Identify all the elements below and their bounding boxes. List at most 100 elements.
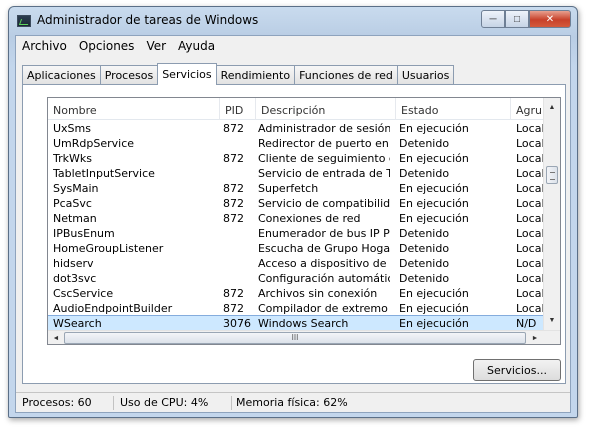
table-row[interactable]: dot3svc Configuración automática d... Dete…	[48, 271, 545, 286]
group-cell: Local	[516, 302, 545, 315]
menu-ver[interactable]: Ver	[140, 36, 172, 56]
description-cell: Escucha de Grupo Hogar	[258, 242, 390, 255]
description-cell: Archivos sin conexión	[258, 287, 378, 300]
group-cell: Local	[516, 152, 545, 165]
tab-usuarios[interactable]: Usuarios	[396, 65, 455, 84]
pid-cell: 872	[223, 182, 244, 195]
tab-servicios[interactable]: Servicios	[157, 63, 217, 85]
description-cell: Cliente de seguimiento de ví...	[258, 152, 390, 165]
horizontal-scroll-thumb[interactable]: III	[64, 332, 526, 344]
tab-aplicaciones[interactable]: Aplicaciones	[22, 65, 101, 84]
state-cell: Detenido	[399, 137, 450, 150]
group-cell: Local	[516, 182, 545, 195]
vertical-scrollbar[interactable]: ▲ ▼	[543, 98, 560, 330]
title-bar[interactable]: Administrador de tareas de Windows ─ □ ✕	[9, 7, 577, 35]
state-cell: Detenido	[399, 257, 450, 270]
group-cell: Local	[516, 227, 545, 240]
service-name-cell: TabletInputService	[53, 167, 155, 180]
state-cell: Detenido	[399, 272, 450, 285]
tab-rendimiento[interactable]: Rendimiento	[215, 65, 296, 84]
service-name-cell: Netman	[53, 212, 97, 225]
menu-bar: Archivo Opciones Ver Ayuda	[16, 36, 570, 56]
menu-archivo[interactable]: Archivo	[16, 36, 73, 56]
vertical-scroll-thumb[interactable]	[546, 166, 558, 184]
group-cell: Local	[516, 212, 545, 225]
service-name-cell: UxSms	[53, 122, 91, 135]
pid-cell: 872	[223, 122, 244, 135]
state-cell: Detenido	[399, 242, 450, 255]
service-name-cell: CscService	[53, 287, 114, 300]
service-name-cell: PcaSvc	[53, 197, 92, 210]
description-cell: Configuración automática d...	[258, 272, 390, 285]
table-row[interactable]: SysMain 872 Superfetch En ejecución Local	[48, 181, 545, 196]
group-cell: Local	[516, 122, 545, 135]
table-row[interactable]: AudioEndpointBuilder 872 Compilador de ext…	[48, 301, 545, 316]
group-cell: Local	[516, 137, 545, 150]
description-cell: Conexiones de red	[258, 212, 361, 225]
status-cpu-usage: Uso de CPU: 4%	[120, 396, 232, 410]
service-name-cell: IPBusEnum	[53, 227, 115, 240]
scroll-up-arrow-icon[interactable]: ▲	[544, 99, 560, 115]
state-cell: En ejecución	[399, 182, 469, 195]
menu-opciones[interactable]: Opciones	[73, 36, 141, 56]
table-row[interactable]: Netman 872 Conexiones de red En ejecución Lo…	[48, 211, 545, 226]
state-cell: En ejecución	[399, 197, 469, 210]
table-row[interactable]: HomeGroupListener Escucha de Grupo Hogar D…	[48, 241, 545, 256]
group-cell: Local	[516, 197, 545, 210]
horizontal-scrollbar[interactable]: ◄ III ►	[48, 330, 560, 344]
table-row[interactable]: WSearch 3076 Windows Search En ejecución N/D	[48, 315, 545, 332]
table-row[interactable]: hidserv Acceso a dispositivo de inte... De…	[48, 256, 545, 271]
window-content: Archivo Opciones Ver Ayuda Aplicaciones …	[15, 35, 571, 413]
column-header-pid[interactable]: PID	[220, 98, 256, 120]
column-header-group[interactable]: Agrup	[511, 98, 544, 120]
pid-cell: 872	[223, 197, 244, 210]
tab-funciones-de-red[interactable]: Funciones de red	[294, 65, 398, 84]
table-row[interactable]: UmRdpService Redirector de puerto en mo..…	[48, 136, 545, 151]
scroll-right-arrow-icon[interactable]: ►	[527, 331, 543, 344]
tab-strip: Aplicaciones Procesos Servicios Rendimie…	[22, 63, 455, 85]
group-cell: Local	[516, 287, 545, 300]
pid-cell: 872	[223, 212, 244, 225]
column-header-row: Nombre PID Descripción Estado Agrup	[48, 98, 544, 120]
services-button[interactable]: Servicios...	[473, 359, 561, 381]
state-cell: En ejecución	[399, 317, 469, 330]
group-cell: Local	[516, 272, 545, 285]
table-row[interactable]: TabletInputService Servicio de entrada de…	[48, 166, 545, 181]
description-cell: Servicio de entrada de Tabl...	[258, 167, 390, 180]
state-cell: Detenido	[399, 227, 450, 240]
table-row[interactable]: PcaSvc 872 Servicio de compatibilidad d...…	[48, 196, 545, 211]
service-name-cell: HomeGroupListener	[53, 242, 164, 255]
pid-cell: 872	[223, 152, 244, 165]
column-header-description[interactable]: Descripción	[256, 98, 396, 120]
column-header-name[interactable]: Nombre	[48, 98, 220, 120]
scroll-down-arrow-icon[interactable]: ▼	[544, 312, 560, 328]
table-row[interactable]: TrkWks 872 Cliente de seguimiento de ví...…	[48, 151, 545, 166]
task-manager-window: Administrador de tareas de Windows ─ □ ✕…	[8, 6, 578, 418]
description-cell: Superfetch	[258, 182, 319, 195]
tab-procesos[interactable]: Procesos	[99, 65, 159, 84]
state-cell: En ejecución	[399, 287, 469, 300]
table-row[interactable]: UxSms 872 Administrador de sesión del ... E…	[48, 121, 545, 136]
state-cell: En ejecución	[399, 122, 469, 135]
services-panel: Nombre PID Descripción Estado Agrup UxSm…	[22, 84, 566, 384]
maximize-button[interactable]: □	[505, 10, 529, 28]
column-header-state[interactable]: Estado	[396, 98, 511, 120]
window-title: Administrador de tareas de Windows	[37, 13, 259, 27]
status-bar: Procesos: 60 Uso de CPU: 4% Memoria físi…	[16, 392, 570, 412]
close-button[interactable]: ✕	[529, 10, 571, 28]
group-cell: N/D	[516, 317, 537, 330]
table-row[interactable]: IPBusEnum Enumerador de bus IP PnP-X Deten…	[48, 226, 545, 241]
table-row[interactable]: CscService 872 Archivos sin conexión En eje…	[48, 286, 545, 301]
description-cell: Acceso a dispositivo de inte...	[258, 257, 390, 270]
description-cell: Compilador de extremo de ...	[258, 302, 390, 315]
status-physical-memory: Memoria física: 62%	[236, 396, 348, 409]
scroll-left-arrow-icon[interactable]: ◄	[48, 331, 64, 344]
menu-ayuda[interactable]: Ayuda	[172, 36, 221, 56]
description-cell: Redirector de puerto en mo...	[258, 137, 390, 150]
minimize-button[interactable]: ─	[481, 10, 505, 28]
service-name-cell: dot3svc	[53, 272, 97, 285]
state-cell: En ejecución	[399, 152, 469, 165]
group-cell: Local	[516, 167, 545, 180]
state-cell: En ejecución	[399, 302, 469, 315]
services-list[interactable]: Nombre PID Descripción Estado Agrup UxSm…	[47, 97, 561, 345]
